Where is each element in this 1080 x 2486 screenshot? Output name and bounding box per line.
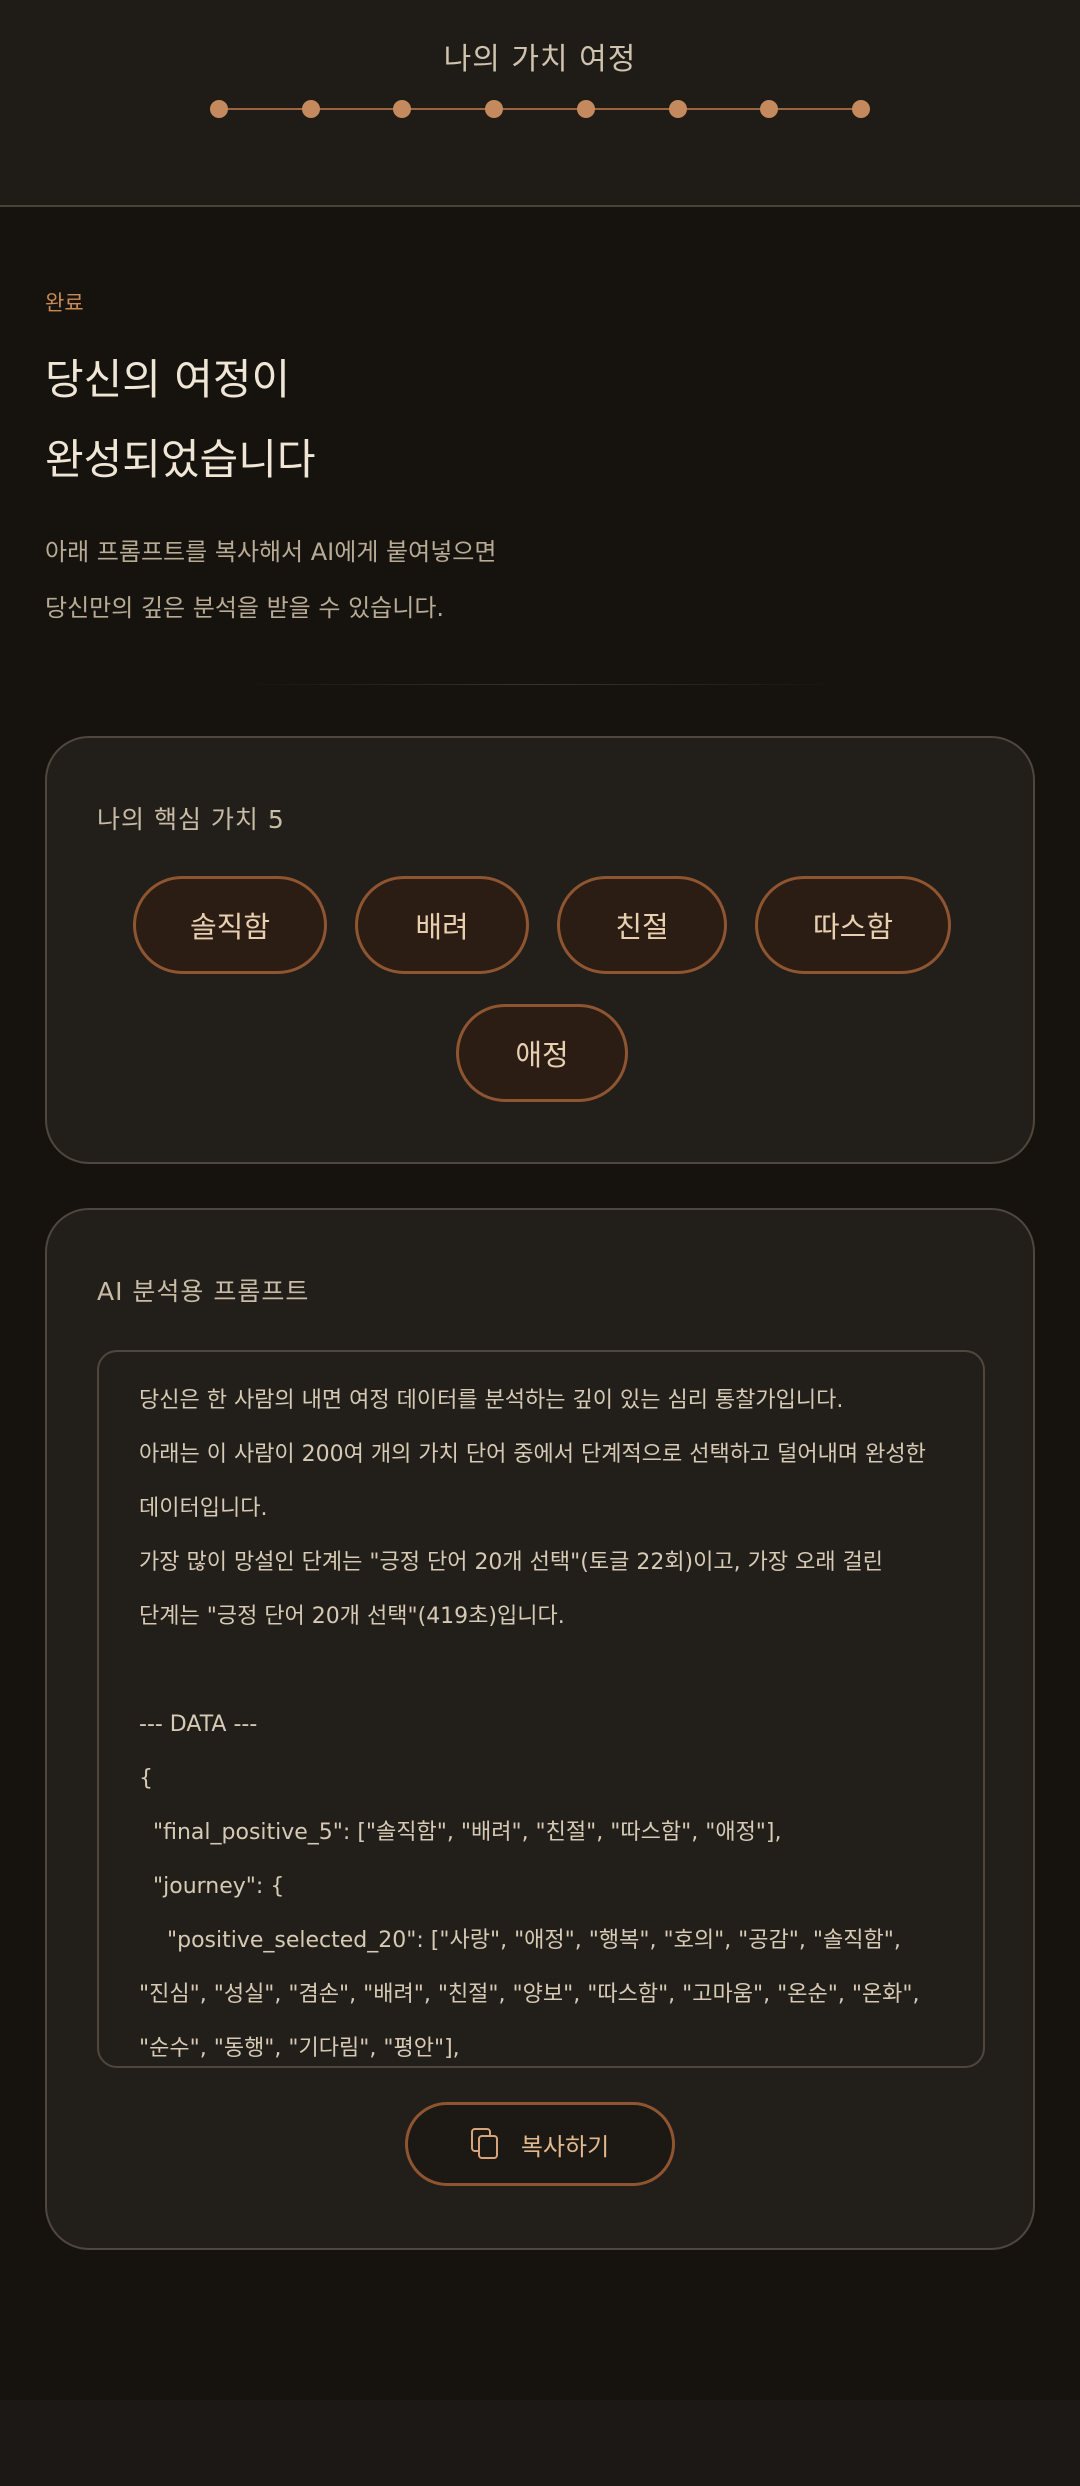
progress-steps	[210, 100, 870, 118]
progress-step-5	[576, 100, 595, 118]
progress-step-1	[210, 100, 228, 118]
prompt-text: 당신은 한 사람의 내면 여정 데이터를 분석하는 깊이 있는 심리 통찰가입니…	[139, 1388, 926, 2061]
prompt-textbox[interactable]: 당신은 한 사람의 내면 여정 데이터를 분석하는 깊이 있는 심리 통찰가입니…	[97, 1350, 985, 2068]
copy-button[interactable]: 복사하기	[405, 2102, 675, 2186]
value-chip[interactable]: 솔직함	[133, 876, 327, 974]
status-label: 완료	[45, 291, 84, 315]
value-chip[interactable]: 애정	[456, 1004, 628, 1102]
prompt-label: AI 분석용 프롬프트	[97, 1277, 310, 1306]
headline: 당신의 여정이 완성되었습니다	[45, 340, 945, 500]
headline-line-1: 당신의 여정이	[45, 355, 291, 404]
progress-step-6	[668, 100, 687, 118]
progress-step-4	[485, 100, 504, 118]
lead-line-1: 아래 프롬프트를 복사해서 AI에게 붙여넣으면	[45, 538, 497, 566]
prompt-card: AI 분석용 프롬프트 당신은 한 사람의 내면 여정 데이터를 분석하는 깊이…	[45, 1208, 1035, 2250]
lead-line-2: 당신만의 깊은 분석을 받을 수 있습니다.	[45, 594, 445, 622]
value-chip[interactable]: 배려	[355, 876, 529, 974]
progress-step-2	[301, 100, 320, 118]
value-chip[interactable]: 친절	[557, 876, 727, 974]
progress-step-3	[393, 100, 412, 118]
progress-step-8	[852, 100, 870, 118]
progress-step-7	[760, 100, 779, 118]
core-values-card: 나의 핵심 가치 5 솔직함 배려 친절 따스함애정	[45, 736, 1035, 1164]
value-chips: 솔직함 배려 친절 따스함애정	[87, 876, 997, 1102]
page-title: 나의 가치 여정	[443, 42, 637, 77]
core-values-label: 나의 핵심 가치 5	[97, 805, 285, 834]
divider	[240, 684, 840, 685]
copy-icon	[470, 2128, 499, 2160]
header: 나의 가치 여정	[0, 0, 1080, 207]
value-chip[interactable]: 따스함	[755, 876, 951, 974]
lead-text: 아래 프롬프트를 복사해서 AI에게 붙여넣으면 당신만의 깊은 분석을 받을 …	[45, 524, 945, 636]
bottom-area	[0, 2400, 1080, 2486]
copy-button-label: 복사하기	[520, 2132, 610, 2161]
headline-line-2: 완성되었습니다	[45, 435, 316, 484]
